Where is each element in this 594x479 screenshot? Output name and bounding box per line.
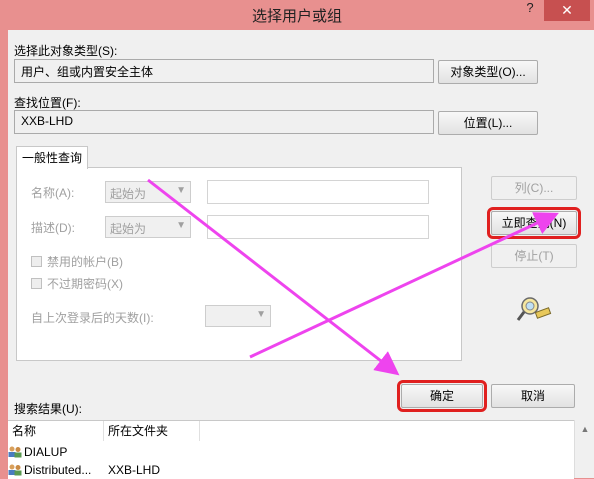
chevron-down-icon: ▼: [176, 220, 186, 231]
object-type-label: 选择此对象类型(S):: [14, 44, 118, 58]
title-bar: 选择用户或组 ? ✕: [0, 0, 594, 30]
search-results-list[interactable]: 名称 所在文件夹 DIALUP Distributed... XXB-LHD: [8, 420, 574, 479]
scroll-up-icon[interactable]: ▲: [575, 424, 594, 434]
non-expiring-password-checkbox[interactable]: [31, 278, 42, 289]
ok-button[interactable]: 确定: [397, 380, 487, 412]
table-row[interactable]: DIALUP: [8, 443, 67, 461]
object-types-button[interactable]: 对象类型(O)...: [438, 60, 538, 84]
disabled-accounts-checkbox[interactable]: [31, 256, 42, 267]
row-folder: XXB-LHD: [108, 463, 161, 477]
close-button[interactable]: ✕: [544, 0, 590, 21]
row-name: Distributed...: [24, 463, 92, 477]
non-expiring-password-label: 不过期密码(X): [47, 277, 123, 291]
description-operator-value: 起始为: [110, 222, 147, 236]
name-label: 名称(A):: [31, 186, 75, 200]
user-group-icon: [8, 464, 22, 476]
days-since-login-label: 自上次登录后的天数(I):: [31, 311, 154, 325]
object-type-field: 用户、组或内置安全主体: [14, 59, 434, 83]
name-operator-select[interactable]: 起始为 ▼: [105, 181, 191, 203]
tab-common-queries[interactable]: 一般性查询: [16, 146, 88, 169]
location-label: 查找位置(F):: [14, 96, 81, 110]
name-input[interactable]: [207, 180, 429, 204]
disabled-accounts-label: 禁用的帐户(B): [47, 255, 123, 269]
column-header-folder[interactable]: 所在文件夹: [104, 421, 200, 441]
days-since-login-select[interactable]: ▼: [205, 305, 271, 327]
table-row[interactable]: Distributed...: [8, 461, 104, 479]
description-input[interactable]: [207, 215, 429, 239]
chevron-down-icon: ▼: [256, 309, 266, 320]
chevron-down-icon: ▼: [176, 185, 186, 196]
location-field: XXB-LHD: [14, 110, 434, 134]
results-scrollbar[interactable]: ▲: [574, 420, 594, 478]
help-button[interactable]: ?: [520, 0, 540, 20]
row-name: DIALUP: [24, 445, 68, 459]
dialog-body: 选择此对象类型(S): 用户、组或内置安全主体 对象类型(O)... 查找位置(…: [8, 30, 594, 479]
common-queries-panel: 名称(A): 起始为 ▼ 描述(D): 起始为 ▼ 禁用的帐户(B) 不过期密码…: [16, 167, 462, 361]
description-operator-select[interactable]: 起始为 ▼: [105, 216, 191, 238]
search-results-label: 搜索结果(U):: [14, 402, 82, 416]
find-now-button[interactable]: 立即查找(N): [487, 207, 581, 239]
stop-button[interactable]: 停止(T): [491, 244, 577, 268]
columns-button[interactable]: 列(C)...: [491, 176, 577, 200]
locations-button[interactable]: 位置(L)...: [438, 111, 538, 135]
cancel-button[interactable]: 取消: [491, 384, 575, 408]
column-header-name[interactable]: 名称: [8, 421, 104, 441]
search-people-icon: [516, 297, 552, 321]
name-operator-value: 起始为: [110, 187, 147, 201]
description-label: 描述(D):: [31, 221, 75, 235]
window-title: 选择用户或组: [251, 8, 342, 25]
user-group-icon: [8, 446, 22, 458]
